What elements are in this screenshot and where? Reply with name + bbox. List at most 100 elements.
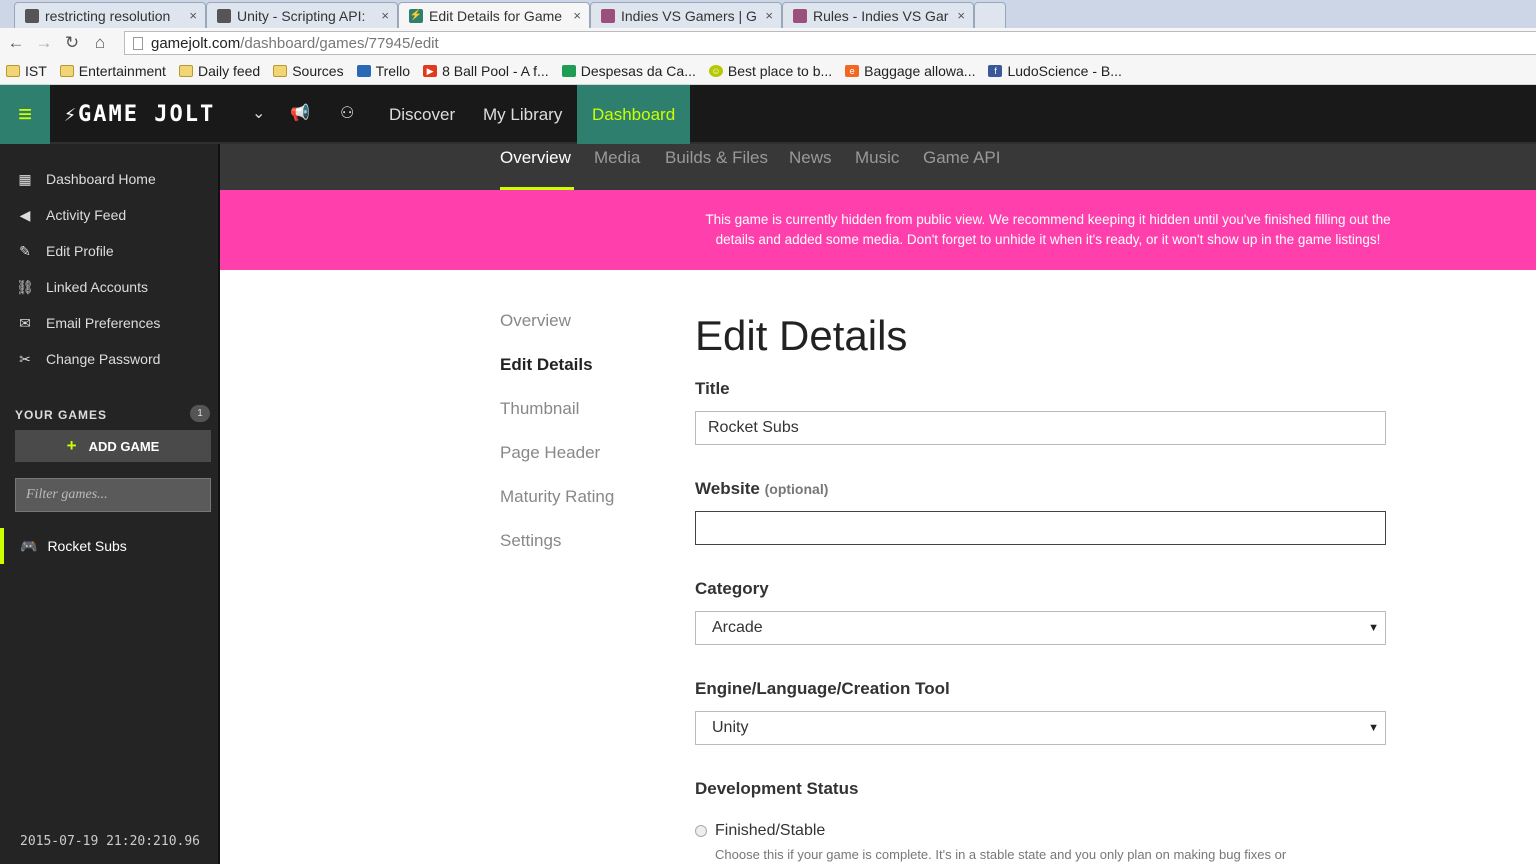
finished-stable-label[interactable]: Finished/Stable: [715, 822, 825, 840]
site-favicon-icon: [601, 8, 615, 23]
bookmark-baggage[interactable]: e Baggage allowa...: [845, 63, 975, 79]
back-arrow-icon[interactable]: ←: [2, 33, 30, 53]
tools-icon: ✂: [19, 350, 31, 367]
website-label: Website (optional): [695, 479, 828, 499]
your-games-heading: YOUR GAMES: [15, 408, 108, 422]
games-count-badge: 1: [190, 405, 210, 422]
section-nav-overview[interactable]: Overview: [500, 311, 571, 331]
browser-tab[interactable]: Unity - Scripting API: ×: [206, 2, 398, 28]
folder-icon: [178, 65, 193, 77]
game-subnav: Overview Media Builds & Files News Music…: [220, 144, 1536, 190]
chevron-down-icon[interactable]: ⌄: [252, 103, 265, 123]
tab-close-icon[interactable]: ×: [573, 8, 581, 23]
tab-news[interactable]: News: [789, 148, 832, 190]
browser-tab[interactable]: Indies VS Gamers | G ×: [590, 2, 782, 28]
engine-selected-value: Unity: [712, 719, 749, 736]
website-field[interactable]: [695, 511, 1386, 545]
sidebar-item-email-preferences[interactable]: ✉ Email Preferences: [0, 305, 218, 341]
title-field[interactable]: [695, 411, 1386, 445]
tab-close-icon[interactable]: ×: [765, 8, 773, 23]
sidebar-item-label: Change Password: [46, 351, 161, 367]
browser-tab-active[interactable]: ⚡ Edit Details for Game ×: [398, 2, 590, 28]
bookmark-label: Best place to b...: [727, 63, 833, 79]
bookmark-despesas[interactable]: Despesas da Ca...: [561, 63, 696, 79]
bookmark-8-ball-pool[interactable]: ▶ 8 Ball Pool - A f...: [423, 63, 549, 79]
unity-favicon-icon: [217, 8, 231, 23]
section-nav-page-header[interactable]: Page Header: [500, 443, 600, 463]
dropdown-arrow-icon: ▼: [1368, 622, 1379, 634]
home-icon[interactable]: ⌂: [86, 33, 114, 53]
nav-dashboard[interactable]: Dashboard: [577, 85, 690, 144]
envelope-icon: ✉: [19, 314, 31, 331]
bookmark-trello[interactable]: Trello: [356, 63, 411, 79]
bookmark-ist[interactable]: IST: [6, 63, 47, 79]
browser-tab-label: Unity - Scripting API:: [237, 7, 366, 24]
sidebar-game-rocket-subs[interactable]: 🎮 Rocket Subs: [0, 528, 218, 564]
filter-games-input[interactable]: [15, 478, 211, 512]
tab-close-icon[interactable]: ×: [957, 8, 965, 23]
section-nav-settings[interactable]: Settings: [500, 531, 561, 551]
finished-stable-help: Choose this if your game is complete. It…: [715, 847, 1287, 862]
nav-discover[interactable]: Discover: [374, 85, 470, 144]
bookmark-entertainment[interactable]: Entertainment: [59, 63, 166, 79]
bookmark-label: LudoScience - B...: [1007, 63, 1122, 79]
bookmark-sources[interactable]: Sources: [273, 63, 344, 79]
sidebar-item-label: Activity Feed: [46, 207, 127, 223]
bookmark-label: Daily feed: [197, 63, 261, 79]
bookmark-best-place[interactable]: ☺ Best place to b...: [708, 63, 833, 79]
engine-select[interactable]: Unity ▼: [695, 711, 1386, 745]
bookmark-label: Despesas da Ca...: [580, 63, 696, 79]
add-game-button[interactable]: + ADD GAME: [15, 430, 211, 462]
unity-favicon-icon: [25, 8, 39, 23]
section-nav-edit-details[interactable]: Edit Details: [500, 355, 593, 375]
people-icon[interactable]: ⚇: [340, 103, 354, 123]
folder-icon: [6, 65, 20, 77]
sidebar: ▦ Dashboard Home ◀ Activity Feed ✎ Edit Pro…: [0, 144, 220, 864]
nav-my-library[interactable]: My Library: [468, 85, 577, 144]
site-header: ≡ ⚡GAME JOLT ⌄ 📢 ⚇ Discover My Library D…: [0, 85, 1536, 144]
folder-icon: [273, 65, 288, 77]
hamburger-menu-icon[interactable]: ≡: [0, 85, 50, 144]
link-icon: ⛓: [16, 278, 34, 295]
bookmark-label: Trello: [375, 63, 411, 79]
url-field[interactable]: gamejolt.com/dashboard/games/77945/edit: [124, 31, 1536, 55]
section-nav-maturity-rating[interactable]: Maturity Rating: [500, 487, 614, 507]
tab-close-icon[interactable]: ×: [381, 8, 389, 23]
bookmark-daily-feed[interactable]: Daily feed: [178, 63, 261, 79]
reload-icon[interactable]: ↻: [58, 33, 86, 53]
hidden-game-banner: This game is currently hidden from publi…: [220, 190, 1536, 270]
browser-tab[interactable]: restricting resolution ×: [14, 2, 206, 28]
category-label: Category: [695, 579, 769, 598]
bookmark-ludoscience[interactable]: f LudoScience - B...: [988, 63, 1122, 79]
gamejolt-logo[interactable]: ⚡GAME JOLT: [64, 102, 215, 127]
engine-label: Engine/Language/Creation Tool: [695, 679, 950, 698]
category-select[interactable]: Arcade ▼: [695, 611, 1386, 645]
sidebar-item-linked-accounts[interactable]: ⛓ Linked Accounts: [0, 269, 218, 305]
page-title: Edit Details: [695, 312, 908, 359]
tab-overview[interactable]: Overview: [500, 148, 574, 190]
sidebar-item-activity-feed[interactable]: ◀ Activity Feed: [0, 197, 218, 233]
tab-close-icon[interactable]: ×: [189, 8, 197, 23]
website-label-text: Website: [695, 479, 760, 498]
sidebar-item-change-password[interactable]: ✂ Change Password: [0, 341, 218, 377]
bookmarks-bar: IST Entertainment Daily feed Sources Tre…: [0, 58, 1536, 85]
sidebar-item-edit-profile[interactable]: ✎ Edit Profile: [0, 233, 218, 269]
megaphone-icon[interactable]: 📢: [290, 103, 310, 123]
section-nav-thumbnail[interactable]: Thumbnail: [500, 399, 579, 419]
tab-music[interactable]: Music: [855, 148, 899, 190]
dashboard-icon: ▦: [18, 170, 32, 187]
tab-media[interactable]: Media: [594, 148, 640, 190]
game-label: Rocket Subs: [47, 538, 127, 554]
forward-arrow-icon[interactable]: →: [30, 33, 58, 53]
timestamp-overlay: 2015-07-19 21:20:210.96: [20, 834, 201, 849]
browser-tab[interactable]: Rules - Indies VS Gar ×: [782, 2, 974, 28]
new-tab-button[interactable]: [974, 2, 1006, 28]
finished-stable-radio[interactable]: [695, 825, 707, 837]
site-favicon-icon: [793, 8, 807, 23]
e-icon: e: [845, 65, 860, 77]
tab-builds-files[interactable]: Builds & Files: [665, 148, 768, 190]
sidebar-item-dashboard-home[interactable]: ▦ Dashboard Home: [0, 161, 218, 197]
bookmark-label: Baggage allowa...: [864, 63, 976, 79]
dropdown-arrow-icon: ▼: [1368, 722, 1379, 734]
tab-game-api[interactable]: Game API: [923, 148, 1000, 190]
